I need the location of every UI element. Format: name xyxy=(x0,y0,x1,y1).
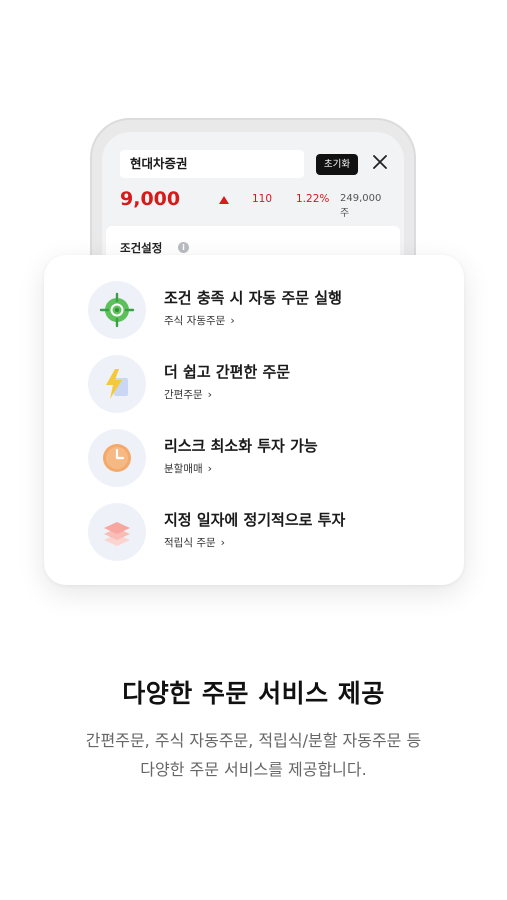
chevron-right-icon: › xyxy=(207,388,213,401)
stock-search-field[interactable]: 현대차증권 xyxy=(120,150,304,178)
feature-installment-order[interactable]: 지정 일자에 정기적으로 투자 적립식 주문 › xyxy=(88,503,428,565)
feature-card: 조건 충족 시 자동 주문 실행 주식 자동주문 › 더 쉽고 간편한 주문 간편… xyxy=(44,255,464,585)
chevron-right-icon: › xyxy=(207,462,213,475)
description-line-2: 다양한 주문 서비스를 제공합니다. xyxy=(140,760,367,779)
condition-setting-label: 조건설정 xyxy=(120,241,163,255)
price-change-percent: 1.22% xyxy=(296,193,330,205)
feature-link-installment-order[interactable]: 적립식 주문 › xyxy=(164,535,225,550)
reset-button[interactable]: 초기화 xyxy=(316,154,358,175)
trade-volume: 249,000주 xyxy=(340,193,382,219)
feature-split-trade[interactable]: 리스크 최소화 투자 가능 분할매매 › xyxy=(88,429,428,491)
close-icon[interactable] xyxy=(370,152,390,172)
feature-easy-order[interactable]: 더 쉽고 간편한 주문 간편주문 › xyxy=(88,355,428,417)
feature-auto-order[interactable]: 조건 충족 시 자동 주문 실행 주식 자동주문 › xyxy=(88,281,428,343)
feature-title: 지정 일자에 정기적으로 투자 xyxy=(164,511,346,529)
description-line-1: 간편주문, 주식 자동주문, 적립식/분할 자동주문 등 xyxy=(85,731,422,750)
feature-link-easy-order[interactable]: 간편주문 › xyxy=(164,387,212,402)
chevron-right-icon: › xyxy=(220,536,226,549)
layers-icon xyxy=(88,503,146,561)
feature-title: 조건 충족 시 자동 주문 실행 xyxy=(164,289,342,307)
lightning-icon xyxy=(88,355,146,413)
feature-title: 리스크 최소화 투자 가능 xyxy=(164,437,318,455)
feature-title: 더 쉽고 간편한 주문 xyxy=(164,363,291,381)
current-price: 9,000 xyxy=(120,188,181,210)
page-headline: 다양한 주문 서비스 제공 xyxy=(122,679,385,708)
target-icon xyxy=(88,281,146,339)
feature-link-split-trade[interactable]: 분할매매 › xyxy=(164,461,212,476)
info-icon[interactable]: i xyxy=(178,242,189,253)
feature-link-auto-order[interactable]: 주식 자동주문 › xyxy=(164,313,235,328)
chevron-right-icon: › xyxy=(230,314,235,327)
price-change: 110 xyxy=(252,193,273,205)
clock-icon xyxy=(88,429,146,487)
price-row: 9,000 110 1.22% 249,000주 xyxy=(120,188,390,219)
up-arrow-icon xyxy=(219,196,229,204)
page-description: 간편주문, 주식 자동주문, 적립식/분할 자동주문 등 다양한 주문 서비스를… xyxy=(0,726,507,784)
